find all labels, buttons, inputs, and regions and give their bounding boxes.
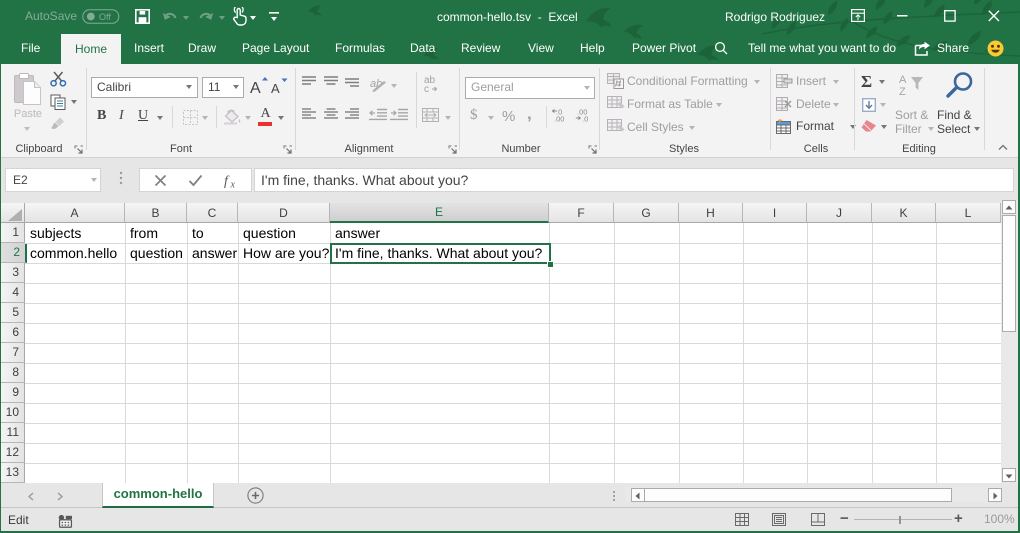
svg-text:A: A [899,74,907,86]
svg-text:Off: Off [99,12,111,22]
svg-text:f: f [224,174,230,189]
svg-text:A: A [250,80,261,96]
svg-text:.0: .0 [582,115,588,123]
svg-text:c: c [424,84,429,94]
svg-text:.00: .00 [554,115,564,123]
svg-text:A: A [271,81,280,96]
svg-text:Z: Z [899,86,906,98]
svg-text:x: x [230,180,236,190]
